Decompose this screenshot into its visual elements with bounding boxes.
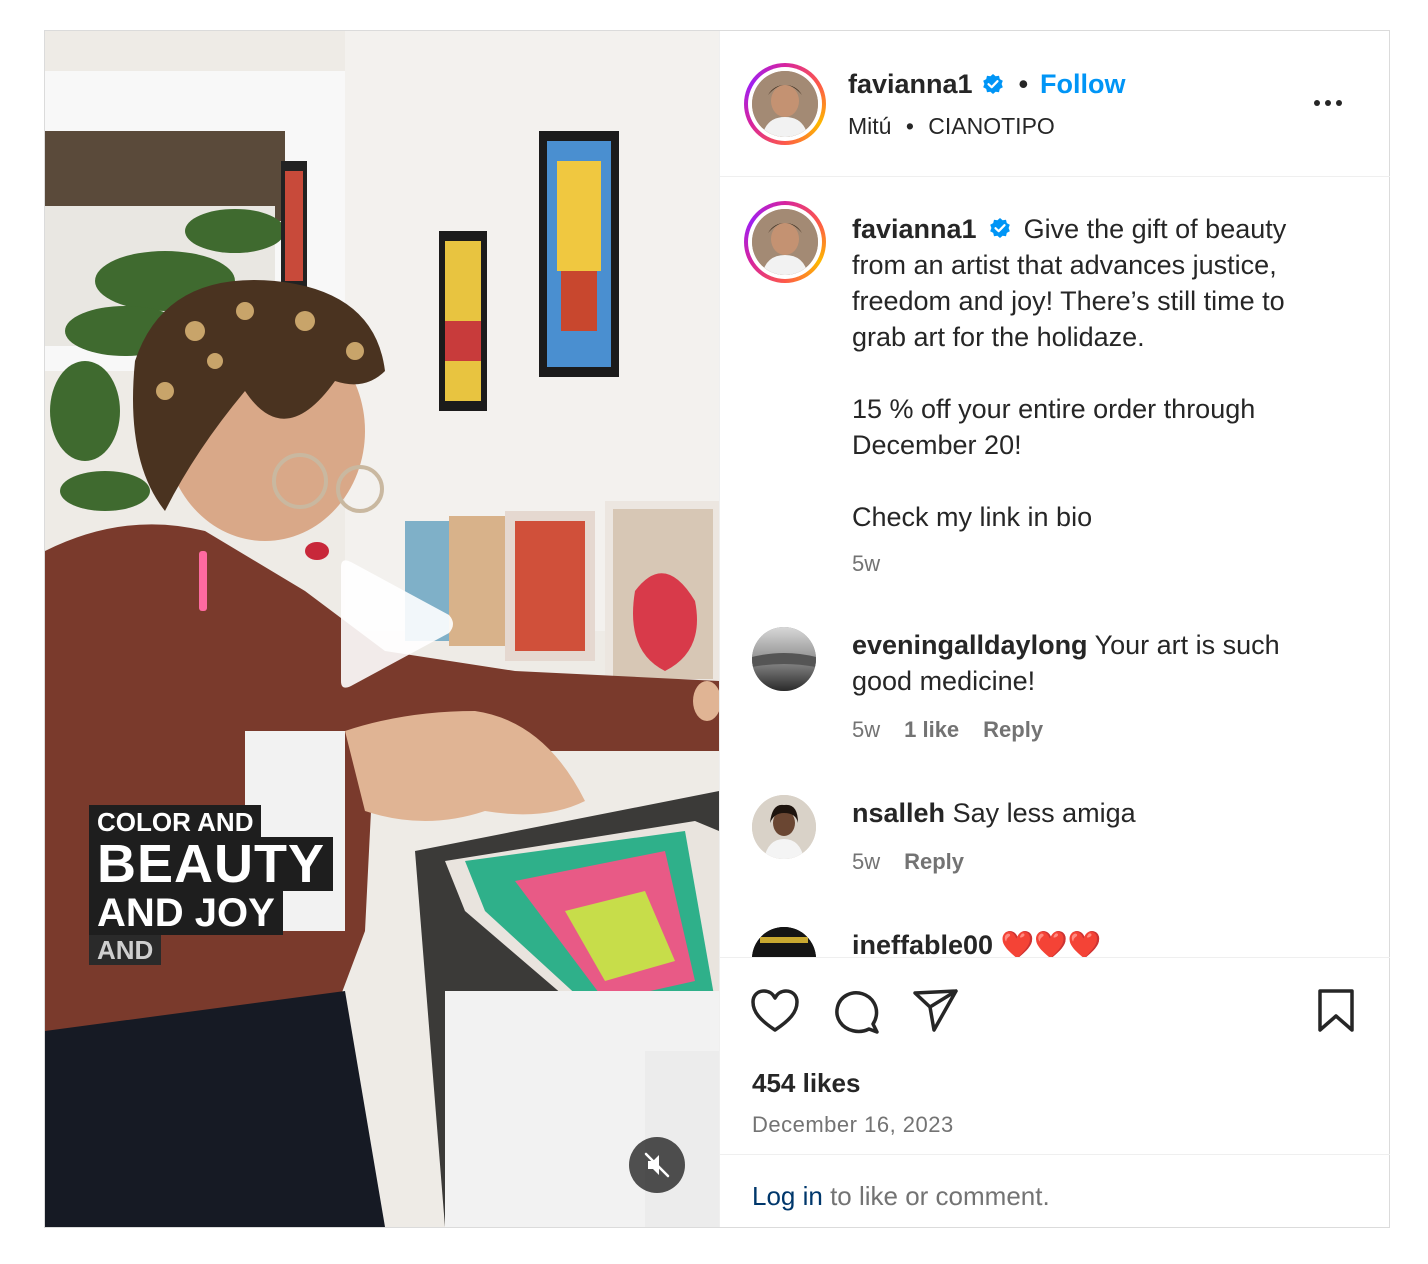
verified-icon: [990, 218, 1010, 238]
verified-icon: [982, 73, 1003, 94]
action-bar: 454 likes December 16, 2023 Log in to li…: [720, 957, 1390, 1227]
caption-avatar[interactable]: [744, 201, 826, 283]
login-rest: to like or comment.: [822, 1181, 1050, 1211]
comment-time[interactable]: 5w: [852, 849, 880, 875]
like-count[interactable]: 454 likes: [752, 1068, 860, 1099]
video-text-overlay: COLOR AND BEAUTY AND JOY AND: [89, 805, 334, 965]
audio-separator: •: [905, 113, 914, 139]
comment-text: nsalleh Say less amiga: [852, 795, 1342, 831]
post-date[interactable]: December 16, 2023: [752, 1112, 954, 1138]
audio-track: CIANOTIPO: [928, 113, 1055, 139]
bookmark-icon[interactable]: [1316, 988, 1356, 1034]
more-options-button[interactable]: [1314, 91, 1354, 115]
video-player[interactable]: COLOR AND BEAUTY AND JOY AND: [45, 31, 719, 1227]
share-icon[interactable]: [912, 988, 960, 1034]
post-header: favianna1 • Follow Mitú • CIANOTIPO: [720, 31, 1390, 177]
avatar-photo: [752, 927, 816, 957]
overlay-line-2: BEAUTY: [89, 837, 334, 891]
mute-button[interactable]: [629, 1137, 685, 1193]
overlay-line-3: AND JOY: [89, 891, 283, 935]
post-container: COLOR AND BEAUTY AND JOY AND favianna1 •…: [44, 30, 1390, 1228]
overlay-line-4: AND: [89, 935, 162, 965]
caption-username[interactable]: favianna1: [852, 214, 977, 244]
commenter-avatar[interactable]: [752, 795, 816, 859]
caption-timestamp[interactable]: 5w: [852, 551, 880, 577]
header-username[interactable]: favianna1: [848, 69, 973, 100]
header-separator: •: [1018, 69, 1029, 99]
comment-text: ineffable00 ❤️❤️❤️: [852, 927, 1342, 957]
reply-button[interactable]: Reply: [983, 717, 1043, 743]
header-user-row: favianna1 • Follow: [848, 69, 1126, 100]
caption-body-3: Check my link in bio: [852, 502, 1093, 532]
login-text: Log in to like or comment.: [752, 1181, 1050, 1212]
more-icon: [1314, 100, 1320, 106]
avatar-photo: [752, 71, 818, 137]
follow-button[interactable]: Follow: [1040, 69, 1125, 100]
comment-username[interactable]: eveningalldaylong: [852, 630, 1088, 660]
overlay-line-1: COLOR AND: [89, 805, 262, 837]
comment-meta: 5w Reply: [852, 849, 964, 875]
commenter-avatar[interactable]: [752, 627, 816, 691]
play-icon[interactable]: [327, 557, 457, 691]
caption-text: favianna1 Give the gift of beauty from a…: [852, 211, 1342, 535]
avatar-photo: [752, 795, 816, 859]
comment-text: eveningalldaylong Your art is such good …: [852, 627, 1342, 699]
heart-icon[interactable]: [750, 988, 800, 1034]
mute-icon: [644, 1152, 670, 1178]
audio-artist: Mitú: [848, 113, 892, 139]
comment-body: Say less amiga: [952, 798, 1136, 828]
comment-time[interactable]: 5w: [852, 717, 880, 743]
author-avatar[interactable]: [744, 63, 826, 145]
comment-icon[interactable]: [832, 988, 880, 1036]
post-sidebar: favianna1 • Follow Mitú • CIANOTIPO favi…: [719, 31, 1390, 1227]
comment-like-count[interactable]: 1 like: [904, 717, 959, 743]
audio-attribution[interactable]: Mitú • CIANOTIPO: [848, 113, 1055, 140]
login-link[interactable]: Log in: [752, 1181, 823, 1211]
comment-meta: 5w 1 like Reply: [852, 717, 1043, 743]
avatar-photo: [752, 209, 818, 275]
avatar-photo: [752, 627, 816, 691]
reply-button[interactable]: Reply: [904, 849, 964, 875]
caption-body-2: 15 % off your entire order through Decem…: [852, 394, 1256, 460]
comments-section[interactable]: favianna1 Give the gift of beauty from a…: [720, 177, 1390, 957]
login-prompt: Log in to like or comment.: [720, 1154, 1390, 1228]
comment-username[interactable]: nsalleh: [852, 798, 945, 828]
comment-username[interactable]: ineffable00: [852, 930, 993, 957]
comment-body: ❤️❤️❤️: [1000, 930, 1102, 957]
commenter-avatar[interactable]: [752, 927, 816, 957]
